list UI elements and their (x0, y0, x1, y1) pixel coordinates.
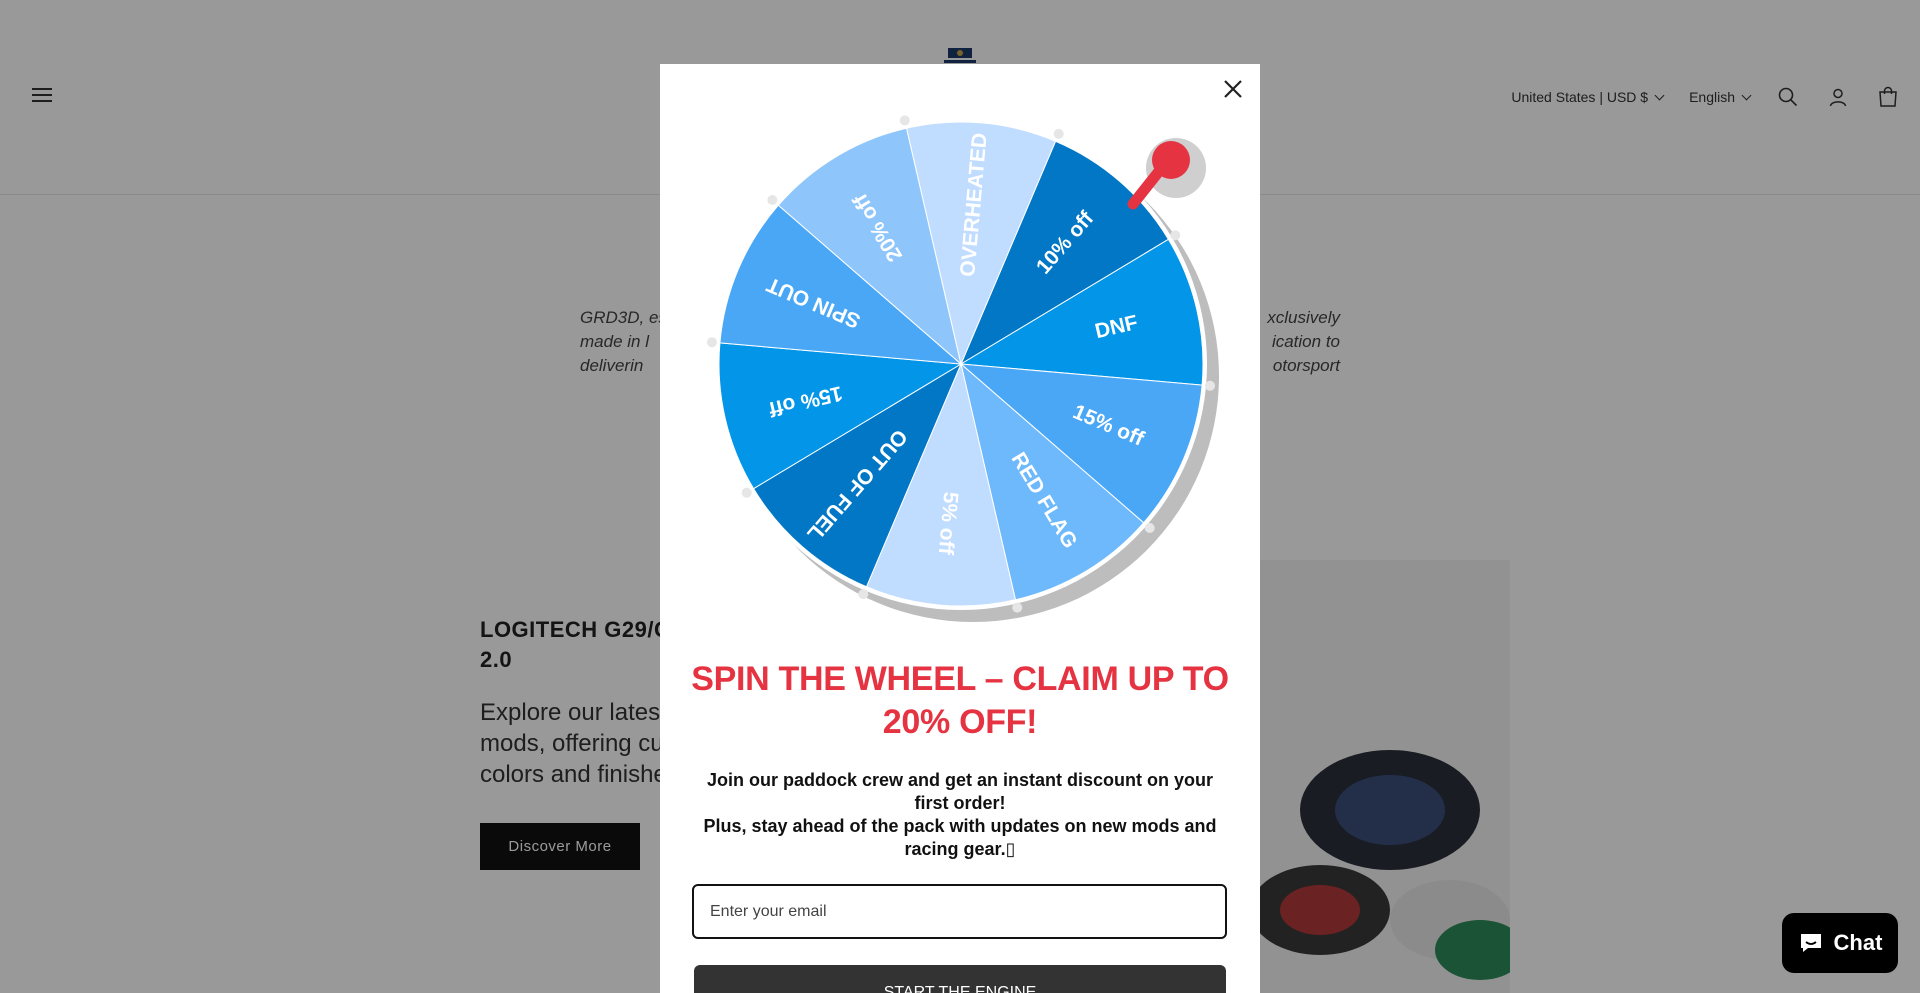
popup-description: Join our paddock crew and get an instant… (690, 769, 1230, 861)
popup-title: SPIN THE WHEEL – CLAIM UP TO 20% OFF! (691, 660, 1229, 741)
popup-description-line: Join our paddock crew and get an instant… (706, 770, 1214, 813)
spin-wheel-popup: 10% off DNF 15% off RED FLAG 5% off OUT OF FU… (660, 64, 1260, 993)
chat-label: Chat (1833, 930, 1883, 955)
wheel-peg (767, 194, 778, 205)
wheel-peg (1012, 602, 1023, 613)
wheel-peg (706, 337, 717, 348)
wheel-peg (899, 115, 910, 126)
chat-icon (1800, 934, 1821, 952)
wheel-peg (1205, 380, 1216, 391)
wheel-peg (858, 589, 869, 600)
email-input[interactable] (692, 884, 1227, 939)
wheel-peg (1053, 128, 1064, 139)
pointer-head (1152, 141, 1190, 179)
wheel-peg (1144, 523, 1155, 534)
chat-button[interactable]: Chat (1782, 913, 1898, 973)
prize-wheel[interactable]: 10% off DNF 15% off RED FLAG 5% off OUT OF FU… (660, 64, 1260, 644)
wheel-peg (1170, 230, 1181, 241)
wheel-peg (741, 487, 752, 498)
popup-description-line: Plus, stay ahead of the pack with update… (703, 816, 1217, 859)
start-engine-button[interactable]: START THE ENGINE (694, 965, 1226, 993)
